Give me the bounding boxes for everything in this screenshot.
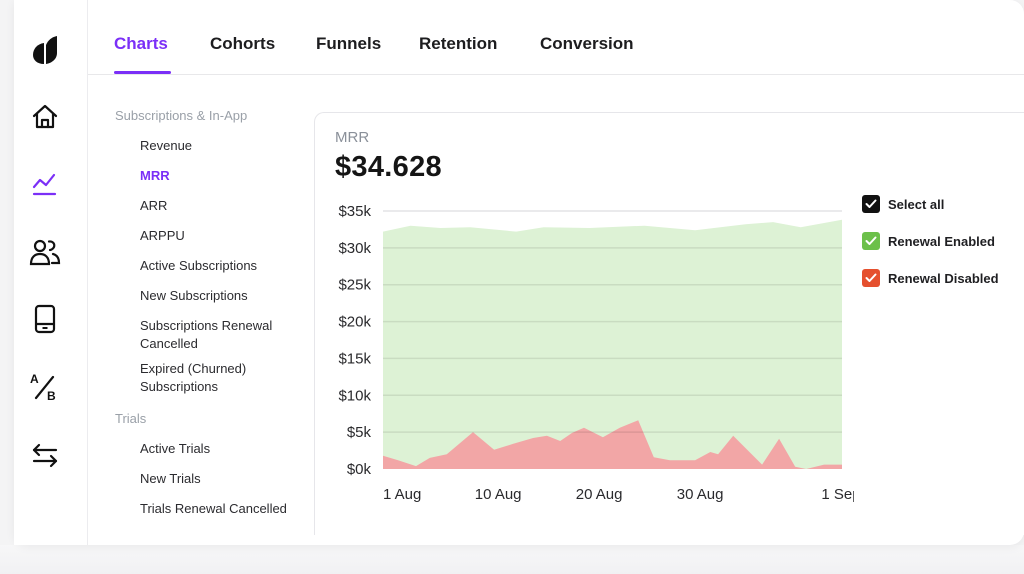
svg-text:A: A (30, 372, 39, 386)
device-icon[interactable] (29, 303, 61, 335)
legend-label: Renewal Enabled (888, 233, 995, 249)
nav-item-active-trials[interactable]: Active Trials (140, 440, 300, 458)
svg-text:B: B (47, 389, 56, 402)
x-tick-label: 30 Aug (677, 486, 724, 503)
active-tab-indicator (114, 71, 171, 74)
nav-group-trials: Trials (115, 411, 147, 426)
legend-select-all[interactable]: Select all (862, 194, 1022, 214)
logo-icon[interactable] (29, 34, 61, 66)
metrics-nav: Subscriptions & In-App Revenue MRR ARR A… (88, 75, 314, 545)
nav-item-active-subscriptions[interactable]: Active Subscriptions (140, 257, 300, 275)
y-tick-label: $5k (347, 424, 372, 441)
check-icon (865, 273, 877, 282)
transactions-icon[interactable] (29, 439, 61, 471)
y-tick-label: $0k (347, 461, 372, 478)
nav-group-subscriptions: Subscriptions & In-App (115, 108, 248, 123)
check-icon (865, 199, 877, 208)
nav-item-subscriptions-renewal-cancelled[interactable]: Subscriptions Renewal Cancelled (140, 317, 300, 353)
ab-test-icon[interactable]: AB (29, 370, 61, 402)
y-tick-label: $20k (338, 314, 371, 331)
nav-item-mrr[interactable]: MRR (140, 167, 300, 185)
tab-cohorts[interactable]: Cohorts (210, 34, 275, 54)
y-tick-label: $25k (338, 277, 371, 294)
legend-renewal-enabled[interactable]: Renewal Enabled (862, 231, 1022, 251)
x-tick-label: 20 Aug (576, 486, 623, 503)
x-tick-label: 1 Sep (821, 486, 854, 503)
legend-renewal-disabled[interactable]: Renewal Disabled (862, 268, 1022, 288)
tab-charts[interactable]: Charts (114, 34, 168, 54)
home-icon[interactable] (29, 101, 61, 133)
tab-conversion[interactable]: Conversion (540, 34, 634, 54)
nav-item-new-trials[interactable]: New Trials (140, 470, 300, 488)
y-tick-label: $15k (338, 350, 371, 367)
nav-item-revenue[interactable]: Revenue (140, 137, 300, 155)
nav-item-trials-renewal-cancelled[interactable]: Trials Renewal Cancelled (140, 500, 300, 518)
check-icon (865, 236, 877, 245)
renewal-disabled-checkbox[interactable] (862, 269, 880, 287)
nav-item-new-subscriptions[interactable]: New Subscriptions (140, 287, 300, 305)
y-tick-label: $10k (338, 387, 371, 404)
charts-icon[interactable] (29, 168, 61, 200)
legend-label: Renewal Disabled (888, 270, 999, 286)
nav-item-arppu[interactable]: ARPPU (140, 227, 300, 245)
legend-label: Select all (888, 196, 945, 212)
tab-funnels[interactable]: Funnels (316, 34, 381, 54)
nav-item-expired-subscriptions[interactable]: Expired (Churned) Subscriptions (140, 360, 300, 396)
x-tick-label: 10 Aug (475, 486, 522, 503)
y-tick-label: $35k (338, 203, 371, 220)
x-axis-ticks: 1 Aug 10 Aug 20 Aug 30 Aug 1 Sep (383, 486, 854, 503)
tab-retention[interactable]: Retention (419, 34, 497, 54)
nav-item-arr[interactable]: ARR (140, 197, 300, 215)
chart-areas (383, 210, 842, 469)
mrr-area-chart: $0k $5k $10k $15k $20k $25k $30k $35k 1 Aug 10 A… (338, 203, 854, 503)
top-tabs: Charts Cohorts Funnels Retention Convers… (88, 0, 1024, 75)
x-tick-label: 1 Aug (383, 486, 421, 503)
y-tick-label: $30k (338, 240, 371, 257)
select-all-checkbox[interactable] (862, 195, 880, 213)
users-icon[interactable] (29, 236, 61, 268)
renewal-enabled-checkbox[interactable] (862, 232, 880, 250)
window-bottom-shadow (0, 545, 1024, 574)
y-axis-ticks: $0k $5k $10k $15k $20k $25k $30k $35k (338, 203, 371, 478)
icon-rail: AB (14, 0, 88, 545)
